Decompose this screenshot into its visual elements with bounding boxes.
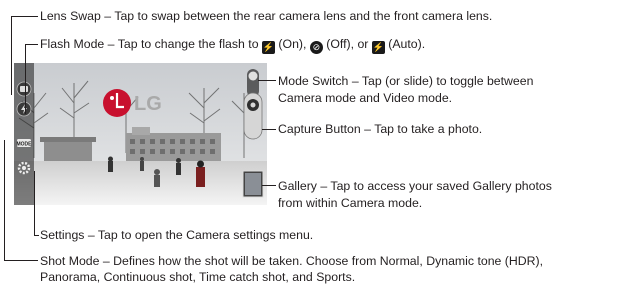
leader-mode-switch [258,80,276,81]
leader-settings-h [34,235,39,236]
leader-lens-swap-h [11,16,38,17]
flash-on-label: (On), [278,37,307,51]
dash: – [364,122,371,136]
settings-desc: Tap to open the Camera settings menu. [97,228,314,242]
flash-mode-button[interactable] [16,101,32,117]
flash-auto-label: (Auto). [388,37,426,51]
building [126,133,221,161]
mode-switch-term: Mode Switch [278,74,349,88]
lens-swap-button[interactable] [16,81,32,97]
mode-switch-desc-2: Camera mode and Video mode. [278,91,453,105]
gallery-desc-2: from within Camera mode. [278,196,423,210]
dash: – [351,74,359,88]
leader-shot-mode-h [4,260,38,261]
lens-swap-term: Lens Swap [40,9,101,23]
leader-flash-h [25,44,38,45]
shot-mode-options-3: Sports. [316,270,356,284]
settings-term: Settings [40,228,85,242]
gallery-thumbnail[interactable] [242,170,264,198]
leader-capture [262,129,276,130]
settings-callout: Settings – Tap to open the Camera settin… [40,228,313,242]
gallery-desc-1: Tap to access your saved Gallery photos [330,179,552,193]
flash-mode-callout: Flash Mode – Tap to change the flash to … [40,37,425,54]
shot-mode-desc-1: Defines how the shot will be taken. Choo… [113,254,377,268]
capture-button[interactable] [243,92,263,140]
flash-off-label: (Off), or [326,37,369,51]
shot-mode-options-2: Panorama, Continuous shot, Time catch sh… [40,270,289,284]
camera-viewfinder: LG MODE [14,63,267,205]
capture-button-callout: Capture Button – Tap to take a photo. [278,122,482,136]
gallery-term: Gallery [278,179,317,193]
dash: – [320,179,328,193]
flash-on-icon: ⚡ [261,41,275,54]
flash-mode-term: Flash Mode [40,37,105,51]
flash-auto-icon: ⚡ [371,41,385,54]
leader-settings-v [34,171,35,235]
lens-swap-desc: Tap to swap between the rear camera lens… [114,9,493,23]
shot-mode-and: and [292,270,313,284]
leader-lens-swap-v [11,16,12,95]
leader-shot-mode-v [4,140,5,260]
svg-text:MODE: MODE [17,141,33,147]
capture-button-term: Capture Button [278,122,361,136]
dash: – [87,228,95,242]
shot-mode-options-1: Normal, Dynamic tone (HDR), [379,254,544,268]
leader-gallery [262,185,276,186]
viewfinder-scene: LG MODE [14,63,267,205]
flash-off-icon: ⊘ [309,41,323,54]
svg-text:LG: LG [134,93,162,115]
shot-mode-button[interactable]: MODE [17,139,33,147]
capture-button-desc: Tap to take a photo. [374,122,483,136]
lens-swap-callout: Lens Swap – Tap to swap between the rear… [40,9,492,23]
dash: – [107,37,115,51]
leader-flash-v [25,44,26,114]
shot-mode-term: Shot Mode [40,254,100,268]
flash-mode-desc: Tap to change the flash to [117,37,259,51]
dash: – [104,9,112,23]
mode-switch-desc-1: Tap (or slide) to toggle between [361,74,534,88]
shot-mode-callout: Shot Mode – Defines how the shot will be… [40,253,543,285]
mode-switch-callout: Mode Switch – Tap (or slide) to toggle b… [278,73,533,107]
gallery-callout: Gallery – Tap to access your saved Galle… [278,178,552,212]
dash: – [102,254,110,268]
